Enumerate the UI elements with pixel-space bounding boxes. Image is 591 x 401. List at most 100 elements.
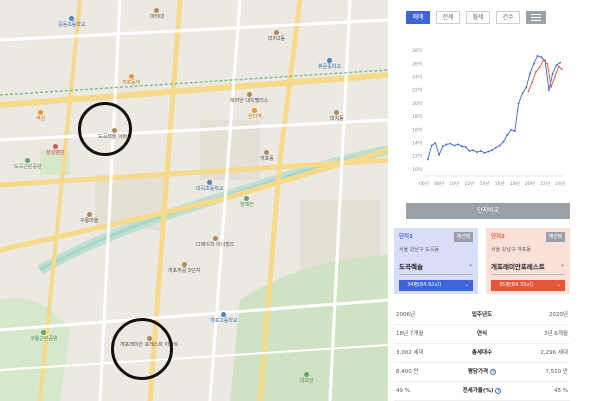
table-row: 18년 7개월 연식 3년 6개월 (394, 325, 570, 344)
data-point (536, 54, 539, 57)
y-tick-label: 16억 (412, 126, 422, 133)
data-point (506, 134, 509, 136)
map-poi-school[interactable]: 휘문중학교 (318, 58, 341, 70)
data-point (438, 153, 441, 156)
complex1-address: 서울 강남구 도곡동 (399, 247, 439, 253)
price-chart: 10억 12억 14억 16억 18억 20억 22억 24억 26억 28억 06년 08년 10년 1… (412, 47, 565, 187)
map-poi-station[interactable]: 한티역 (248, 108, 262, 120)
comparison-panel: 매매 전세 월세 건수 10억 12억 14억 16억 18억 20억 22억 24억 26억 2… (388, 0, 591, 401)
map-poi[interactable]: 대치2동 (268, 30, 285, 42)
tab-count[interactable]: 건수 (496, 11, 520, 24)
table-row: 2006년 입주년도 2020년 (394, 306, 570, 325)
x-tick-label: 06년 (419, 180, 429, 187)
row-label: 전세가율(%)? (462, 387, 502, 394)
map-poi-park[interactable]: 대모산 (300, 372, 314, 384)
x-tick-label: 16년 (495, 180, 505, 187)
map-poi-school[interactable]: 대곡초등학교 (196, 180, 224, 192)
map-poi-school[interactable]: 중동초등학교 (58, 16, 86, 28)
x-tick-label: 08년 (434, 180, 444, 187)
complex2-reset-button[interactable]: 재선택 (546, 232, 565, 242)
data-point (453, 144, 456, 147)
y-tick-label: 12억 (412, 153, 422, 160)
data-point (491, 149, 494, 152)
park-marker-icon (25, 158, 31, 163)
y-tick-label: 26억 (412, 60, 422, 67)
y-tick-label: 14억 (412, 140, 422, 147)
data-point (525, 86, 528, 89)
help-icon[interactable]: ? (495, 387, 502, 394)
map-poi-park[interactable]: 구룡근린공원 (30, 330, 58, 342)
complex2-name-select[interactable]: 개포래미안포레스트 ⌄ (491, 261, 565, 275)
map-poi[interactable]: 개포동 (260, 150, 274, 162)
data-point (550, 86, 553, 88)
x-tick-label: 24년 (555, 180, 565, 187)
data-point (513, 130, 516, 133)
x-tick-label: 14년 (480, 180, 490, 187)
complex2-value: 45 % (554, 388, 568, 394)
y-tick-label: 10억 (412, 166, 422, 173)
apartment-marker-icon (273, 30, 279, 35)
complex1-reset-button[interactable]: 재선택 (454, 232, 473, 242)
data-point (540, 56, 543, 59)
tab-monthly[interactable]: 월세 (466, 11, 490, 24)
series-line-1 (427, 55, 561, 160)
map-poi[interactable]: 래미안 대치팰리스 (230, 92, 268, 104)
map-poi-school[interactable]: 개포고등학교 (210, 312, 238, 324)
x-tick-label: 18년 (510, 180, 520, 187)
school-marker-icon (69, 16, 75, 21)
trade-type-tabs: 매매 전세 월세 건수 (406, 11, 546, 24)
list-bars-icon (531, 14, 541, 21)
map-poi[interactable]: 마터대 (150, 8, 164, 20)
data-point (547, 89, 550, 92)
data-point (464, 146, 467, 148)
data-point (457, 143, 459, 146)
data-point (542, 58, 545, 61)
map-poi-park[interactable]: 도곡근린공원 (14, 158, 42, 170)
school-marker-icon (207, 180, 213, 185)
subway-station-icon (252, 108, 258, 113)
apartment-marker-icon (86, 212, 92, 217)
list-view-button[interactable] (526, 11, 546, 24)
data-point (559, 61, 562, 64)
data-point (538, 66, 541, 68)
data-point (494, 146, 497, 149)
complex2-value: 2020년 (548, 312, 568, 318)
data-point (557, 65, 560, 68)
map-poi[interactable]: 대치동 (330, 110, 344, 122)
complex1-name-select[interactable]: 도곡렉슬 ⌄ (399, 261, 473, 275)
complex1-card: 단지1 재선택 서울 강남구 도곡동 도곡렉슬 ⌄ 34평(84.92㎡) ⌄ (394, 228, 478, 294)
map-view[interactable]: 중동초등학교 마터대 대치2동 휘문중학교 래미안 대치팰리스 대치동 역삼 도… (0, 0, 388, 401)
apartment-marker-icon (212, 236, 218, 241)
complex2-card: 단지2 재선택 서울 강남구 개포동 개포래미안포레스트 ⌄ 35평(84.33㎡… (486, 228, 570, 294)
data-point (554, 76, 556, 78)
map-poi[interactable]: 개포주공 5단지 (168, 262, 200, 274)
comparison-table: 2006년 입주년도 2020년 18년 7개월 연식 3년 6개월 3,002… (394, 306, 570, 401)
data-point (472, 149, 475, 152)
data-point (487, 150, 490, 153)
map-poi[interactable]: 구룡마을 (80, 212, 98, 224)
map-poi[interactable]: 디에이치 아너힐즈 (196, 236, 234, 248)
data-point (551, 72, 554, 75)
x-tick-label: 22년 (540, 180, 550, 187)
complex1-size-select[interactable]: 34평(84.92㎡) ⌄ (399, 280, 473, 291)
compare-button[interactable]: 단지비교 (406, 203, 570, 219)
tab-jeonse[interactable]: 전세 (436, 11, 460, 24)
selected-complex1-circle (78, 102, 132, 156)
map-poi-station[interactable]: 개포동역 (122, 74, 140, 86)
map-poi-hospital[interactable]: 삼성병원 (46, 144, 64, 156)
help-icon[interactable]: ? (490, 368, 497, 375)
mountain-marker-icon (304, 372, 310, 377)
y-tick-label: 22억 (412, 87, 422, 94)
map-poi-park[interactable]: 양재천 (240, 196, 254, 208)
data-point (476, 151, 478, 154)
x-tick-label: 10년 (449, 180, 459, 187)
tab-sale[interactable]: 매매 (406, 11, 430, 24)
y-tick-label: 18억 (412, 113, 422, 120)
table-row: 49 % 전세가율(%)? 45 % (394, 382, 570, 401)
complex2-size-select[interactable]: 35평(84.33㎡) ⌄ (491, 280, 565, 291)
selected-complex2-circle (111, 318, 173, 380)
apartment-marker-icon (246, 92, 252, 97)
y-tick-label: 20억 (412, 100, 422, 107)
school-marker-icon (327, 58, 332, 63)
map-poi-station[interactable]: 역삼 (36, 110, 45, 122)
